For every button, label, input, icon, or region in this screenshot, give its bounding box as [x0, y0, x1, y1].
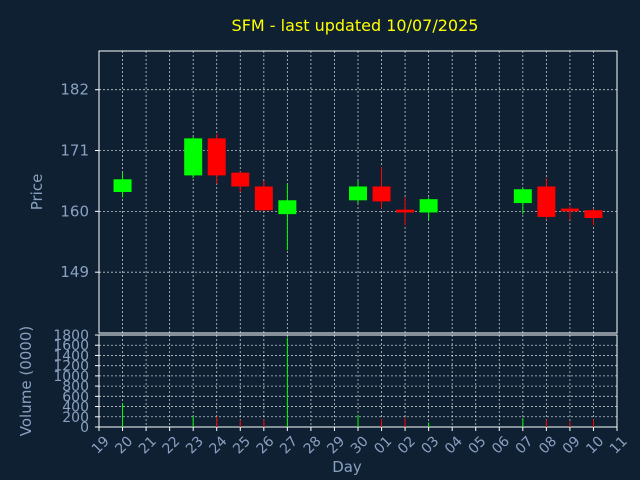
- volume-grid: [99, 335, 617, 427]
- price-tick-label: 160: [60, 202, 89, 220]
- x-tick-label: 08: [536, 433, 560, 457]
- x-tick-label: 01: [371, 433, 395, 457]
- x-tick-label: 23: [183, 433, 207, 457]
- chart-title: SFM - last updated 10/07/2025: [232, 16, 479, 35]
- candle-body: [513, 189, 532, 204]
- x-tick-label: 09: [560, 433, 584, 457]
- candle-body: [372, 186, 391, 202]
- volume-bars-group: [122, 337, 594, 427]
- candle-body: [254, 186, 273, 211]
- x-tick-label: 19: [89, 433, 113, 457]
- candle-body: [207, 138, 226, 176]
- x-tick-label: 20: [112, 433, 136, 457]
- volume-tick-label: 1800: [53, 328, 89, 344]
- candlestick-chart: SFM - last updated 10/07/2025 1491601711…: [17, 16, 631, 476]
- volume-axis-label: Volume (0000): [17, 326, 35, 436]
- x-tick-label: 29: [324, 433, 348, 457]
- candle-body: [419, 199, 438, 213]
- candle-body: [113, 179, 132, 192]
- x-tick-label: 04: [442, 433, 466, 457]
- candle-body: [560, 208, 579, 212]
- candle-body: [537, 186, 556, 217]
- x-tick-label: 05: [466, 433, 490, 457]
- x-tick-label: 22: [159, 433, 183, 457]
- x-tick-label: 07: [513, 433, 537, 457]
- volume-axis: 020040060080010001200140016001800: [53, 328, 99, 436]
- x-axis: 19 20 21 22 23 24 25 26 27 28 29 30 01 02 03 04 05 06 07 08…: [89, 427, 631, 457]
- x-axis-label: Day: [332, 458, 362, 476]
- x-tick-label: 30: [348, 433, 372, 457]
- x-tick-label: 03: [418, 433, 442, 457]
- candle-body: [396, 209, 415, 213]
- price-tick-label: 149: [60, 263, 89, 281]
- candle-body: [349, 186, 367, 201]
- x-tick-label: 25: [230, 433, 254, 457]
- price-axis: 149 160 171 182: [60, 81, 99, 281]
- x-tick-label: 28: [301, 433, 325, 457]
- candle-body: [278, 200, 297, 215]
- x-tick-label: 11: [607, 433, 631, 457]
- x-tick-label: 06: [489, 433, 513, 457]
- price-tick-label: 182: [60, 81, 89, 99]
- x-tick-label: 27: [277, 433, 301, 457]
- candle-body: [584, 210, 603, 218]
- x-tick-label: 24: [207, 433, 231, 457]
- x-tick-label: 02: [395, 433, 419, 457]
- candle-body: [231, 172, 250, 187]
- x-tick-label: 21: [136, 433, 160, 457]
- candle-body: [184, 138, 203, 176]
- price-tick-label: 171: [60, 142, 89, 160]
- x-tick-label: 10: [583, 433, 607, 457]
- price-axis-label: Price: [28, 174, 46, 211]
- x-tick-label: 26: [254, 433, 278, 457]
